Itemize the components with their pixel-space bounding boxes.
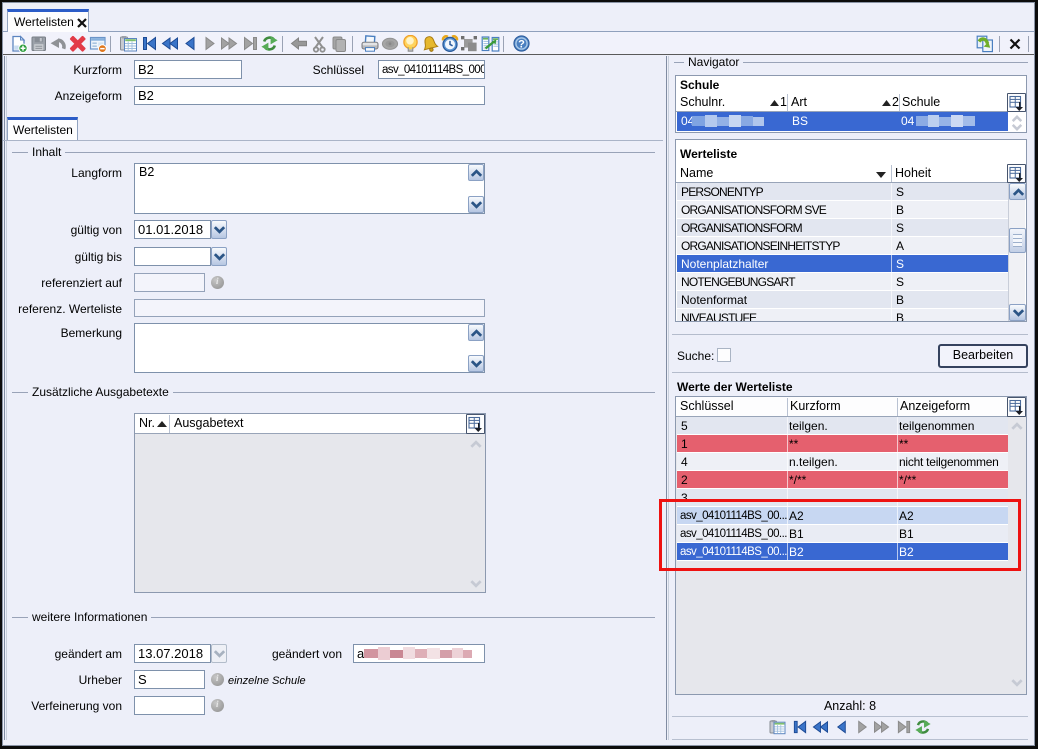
svg-text:?: ? bbox=[518, 38, 525, 50]
